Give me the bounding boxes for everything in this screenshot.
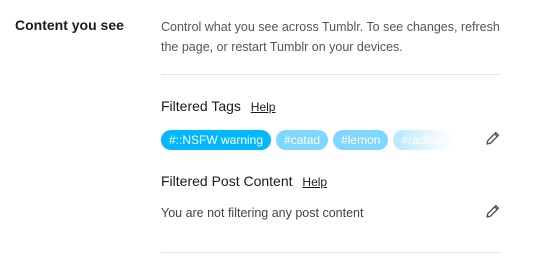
section-title: Content you see: [15, 17, 124, 33]
filtered-tag[interactable]: #lemon: [333, 130, 389, 150]
filtered-post-content-heading: Filtered Post Content: [161, 173, 293, 189]
edit-filtered-tags-button[interactable]: [484, 129, 502, 147]
filtered-post-content-header: Filtered Post Content Help: [161, 173, 327, 189]
pencil-icon: [486, 131, 500, 145]
filtered-tags-header: Filtered Tags Help: [161, 98, 275, 114]
divider: [161, 252, 500, 253]
filtered-tag[interactable]: #radical: [393, 130, 452, 150]
section-description: Control what you see across Tumblr. To s…: [161, 20, 500, 54]
filtered-tag[interactable]: #catad: [276, 130, 329, 150]
divider: [161, 74, 500, 75]
filtered-post-content-empty-text: You are not filtering any post content: [161, 206, 364, 220]
pencil-icon: [486, 204, 500, 218]
edit-filtered-post-content-button[interactable]: [484, 202, 502, 220]
filtered-tags-heading: Filtered Tags: [161, 98, 241, 114]
filtered-post-content-help-link[interactable]: Help: [302, 175, 327, 189]
content-settings-page: Content you see Control what you see acr…: [0, 0, 540, 262]
filtered-tags-help-link[interactable]: Help: [251, 100, 276, 114]
filtered-tag[interactable]: #::NSFW warning: [161, 130, 272, 150]
filtered-tags-list: #::NSFW warning #catad #lemon #radical: [161, 130, 466, 150]
